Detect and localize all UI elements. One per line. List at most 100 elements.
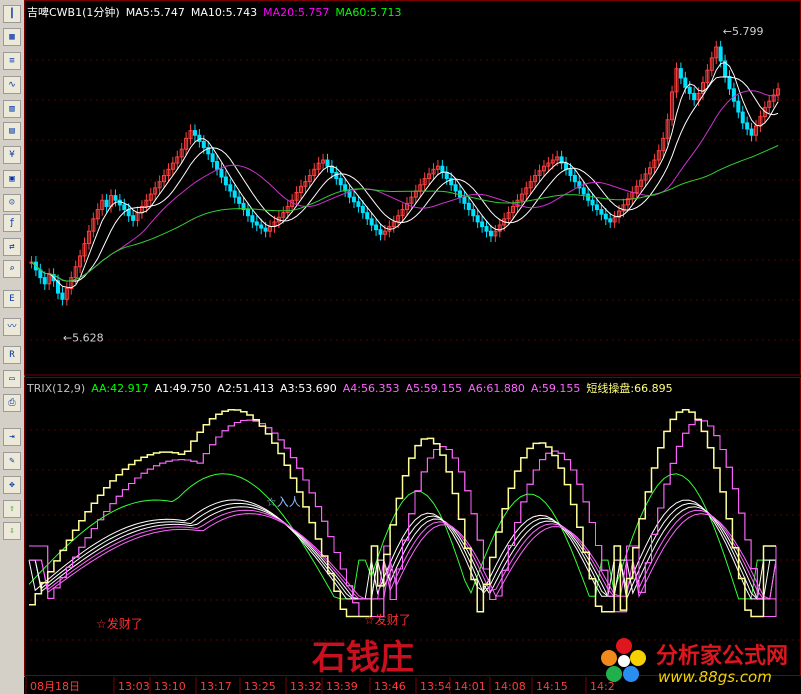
bar-chart-icon[interactable]: ▥ (3, 100, 21, 118)
line-chart-icon[interactable]: ∿ (3, 76, 21, 94)
time-tick-label: 13:39 (326, 680, 358, 693)
candle-body (727, 75, 732, 90)
candle-body (131, 215, 136, 221)
candle-body (586, 193, 591, 201)
table-icon[interactable]: ▦ (3, 28, 21, 46)
flower-logo-icon (601, 638, 646, 682)
site-url: www.88gs.com (658, 668, 772, 686)
candle-body (219, 168, 224, 178)
buy-signal-label: ☆发财了 (364, 612, 411, 627)
price-legend-item: MA20:5.757 (263, 6, 330, 19)
candle-body (687, 86, 692, 94)
time-tick-label: 13:25 (244, 680, 276, 693)
candle-body (471, 209, 476, 217)
candle-body (338, 178, 343, 186)
logo-text: 石钱庄 (312, 638, 414, 678)
candle-body (745, 122, 750, 130)
rsi-icon[interactable]: R (3, 346, 21, 364)
candle-body (718, 46, 723, 62)
candle-body (444, 171, 449, 180)
candle-body (480, 221, 485, 228)
trix-legend-item: A3:53.690 (280, 382, 337, 395)
stock-chart: ←5.799 ←5.628 ☆发财了 ☆发财了 ☆入人 08月18日 13:03 13:1… (24, 0, 801, 694)
window-icon[interactable]: ▭ (3, 370, 21, 388)
candle-body (594, 204, 599, 211)
price-frame (24, 0, 801, 376)
candle-body (475, 215, 480, 223)
trix-legend-item: A:59.155 (530, 382, 581, 395)
candle-body (356, 201, 361, 207)
candle-body (369, 218, 374, 226)
import-icon[interactable]: ⇥ (3, 428, 21, 446)
search-icon[interactable]: ⌕ (3, 260, 21, 278)
move-icon[interactable]: ✥ (3, 476, 21, 494)
candle-body (603, 213, 608, 220)
trix-line-A (29, 419, 777, 617)
candle-body (210, 153, 215, 163)
candle-body (223, 176, 228, 186)
low-label: ←5.628 (63, 332, 104, 345)
compare-icon[interactable]: ⇄ (3, 238, 21, 256)
candle-icon[interactable]: ┃ (3, 5, 21, 23)
candle-body (590, 199, 595, 206)
time-tick-label: 13:10 (154, 680, 186, 693)
candle-body (678, 68, 683, 79)
trix-legend-item: A4:56.353 (342, 382, 400, 395)
candle-body (378, 229, 383, 235)
pencil-icon[interactable]: ✎ (3, 452, 21, 470)
candle-body (736, 100, 741, 113)
list-icon[interactable]: ≡ (3, 52, 21, 70)
price-panel: ←5.799 ←5.628 (24, 0, 801, 376)
up-arrow-icon[interactable]: ⇧ (3, 500, 21, 518)
candle-body (453, 184, 458, 192)
formula-icon[interactable]: ƒ (3, 214, 21, 232)
candle-body (117, 199, 122, 206)
candle-body (692, 92, 697, 101)
site-watermark: 分析家公式网 www.88gs.com (600, 638, 788, 686)
candle-body (608, 218, 613, 223)
candle-body (228, 184, 233, 192)
price-legend: 吉啤CWB1(1分钟) MA5:5.747 MA10:5.743 MA20:5.757… (27, 4, 408, 20)
candle-body (488, 230, 493, 237)
candle-body (749, 128, 754, 136)
trix-line-A6 (29, 419, 777, 617)
time-tick-label: 13:46 (374, 680, 406, 693)
time-tick-label: 13:54 (420, 680, 452, 693)
candle-body (564, 162, 569, 170)
left-toolbar: ┃ ▦ ≡ ∿ ▥ ▤ ¥ ▣ ☺ ƒ ⇄ ⌕ E 〰 R ▭ ⎙ ⇥ ✎ ✥ ⇧ ⇩ (0, 0, 25, 694)
candle-body (599, 209, 604, 215)
logo-watermark: 石钱庄 (312, 630, 414, 679)
down-arrow-icon[interactable]: ⇩ (3, 522, 21, 540)
price-legend-item: MA10:5.743 (190, 6, 258, 19)
calendar-icon[interactable]: ▣ (3, 170, 21, 188)
ma60-line (31, 145, 779, 282)
candle-body (572, 174, 577, 183)
time-tick-label: 14:08 (494, 680, 526, 693)
candle-body (440, 165, 445, 173)
candle-body (263, 227, 268, 232)
candle-body (360, 205, 365, 214)
grid-icon[interactable]: ▤ (3, 122, 21, 140)
user-group-icon[interactable]: ☺ (3, 194, 21, 212)
candle-body (462, 196, 467, 204)
print-icon[interactable]: ⎙ (3, 394, 21, 412)
candle-body (374, 224, 379, 231)
candle-body (683, 77, 688, 88)
candle-body (104, 199, 109, 207)
time-tick-label: 13:17 (200, 680, 232, 693)
trix-legend-item: A2:51.413 (217, 382, 275, 395)
candle-body (122, 204, 127, 211)
candle-body (232, 190, 237, 198)
candle-body (731, 88, 736, 102)
price-legend-item: MA5:5.747 (125, 6, 185, 19)
quote-icon[interactable]: ¥ (3, 146, 21, 164)
high-label: ←5.799 (723, 25, 764, 38)
etf-icon[interactable]: E (3, 290, 21, 308)
candle-body (365, 212, 370, 220)
buy-signal-label: ☆发财了 (96, 616, 143, 631)
candle-body (215, 161, 220, 170)
time-tick-label: 13:03 (118, 680, 150, 693)
candle-body (484, 226, 489, 232)
wave-icon[interactable]: 〰 (3, 318, 21, 336)
candle-body (42, 277, 47, 285)
